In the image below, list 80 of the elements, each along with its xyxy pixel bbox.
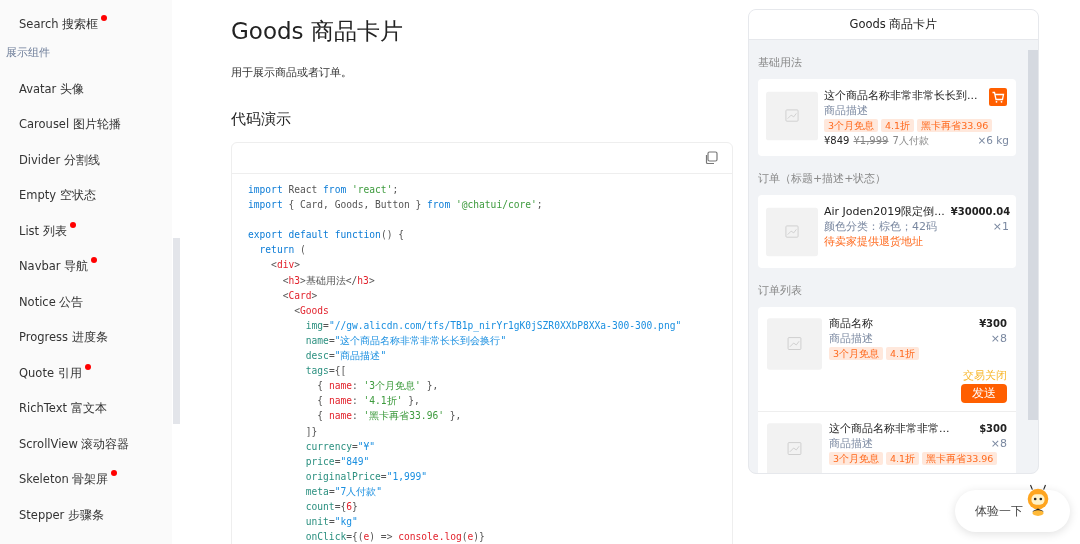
code-line: <Card>	[281, 288, 318, 303]
goods-tag: 4.1折	[881, 119, 915, 132]
goods-tag: 4.1折	[886, 347, 920, 360]
goods-description: 颜色分类：棕色；42码	[824, 219, 937, 234]
code-line: <div>	[270, 258, 300, 273]
sidebar-item[interactable]: Skeleton 骨架屏	[19, 471, 109, 487]
goods-tag: 4.1折	[886, 452, 920, 465]
sidebar-group-label: 展示组件	[5, 44, 51, 61]
code-line: { name: '黑卡再省33.96' },	[316, 409, 462, 424]
sidebar-item[interactable]: Avatar 头像	[19, 80, 84, 97]
order-status: 交易关闭	[962, 368, 1007, 383]
section-title: 代码演示	[231, 109, 292, 130]
goods-tag: 3个月免息	[829, 347, 884, 360]
code-line: import React from 'react';	[248, 183, 399, 197]
original-price: ¥1,999	[853, 134, 889, 148]
copy-icon[interactable]	[704, 151, 718, 165]
code-line: count={6}	[304, 499, 358, 514]
page-title: Goods 商品卡片	[231, 17, 404, 46]
sidebar-item[interactable]: Navbar 导航	[19, 258, 89, 274]
cart-icon[interactable]	[989, 88, 1007, 106]
goods-name: 这个商品名称非常非常...	[829, 421, 950, 436]
goods-tag: 黑卡再省33.96	[922, 452, 998, 465]
quantity: ×8	[990, 331, 1007, 346]
goods-tag: 3个月免息	[829, 452, 884, 465]
code-line: tags={[	[304, 364, 347, 379]
sidebar-item[interactable]: RichText 富文本	[19, 400, 107, 416]
code-line: onClick={(e) => console.log(e)}	[304, 530, 485, 544]
demo-title: Goods 商品卡片	[749, 10, 1038, 40]
goods-name: 商品名称	[829, 316, 873, 331]
order-card[interactable]: Air Joden2019限定倒... ¥30000.04 颜色分类：棕色；42码 ×1 待卖家提供退货地址	[758, 195, 1016, 268]
code-line: import { Card, Goods, Button } from '@chatui/core';	[248, 198, 543, 213]
quantity: ×8	[990, 436, 1007, 451]
goods-tag: 黑卡再省33.96	[917, 119, 993, 132]
goods-card[interactable]: 这个商品名称非常非常长长到... 商品描述 3个月免息 4.1折 黑卡再省33.96 ¥849 ¥1,999 7人付款 ×6 kg	[758, 79, 1016, 156]
code-line: <Goods	[293, 303, 329, 318]
sidebar-item[interactable]: Stepper 步骤条	[19, 506, 104, 523]
demo-section-label: 基础用法	[758, 55, 803, 71]
code-line: <h3>基础用法</h3>	[281, 273, 375, 288]
sidebar-item[interactable]: Progress 进度条	[19, 329, 108, 345]
code-line: originalPrice="1,999"	[304, 469, 428, 484]
sidebar-item[interactable]: Empty 空状态	[19, 187, 96, 203]
demo-section-label: 订单（标题+描述+状态）	[758, 171, 888, 187]
code-line: meta="7人付款"	[304, 484, 382, 499]
sidebar-item[interactable]: List 列表	[19, 222, 67, 239]
code-line: price="849"	[304, 454, 370, 469]
scrollbar[interactable]	[173, 238, 180, 424]
quantity: ×1	[992, 219, 1009, 234]
sidebar-item[interactable]: Search 搜索框	[19, 16, 99, 32]
try-it-button[interactable]: 体验一下	[955, 490, 1070, 532]
image-placeholder-icon	[767, 316, 822, 372]
page-description: 用于展示商品或者订单。	[231, 65, 353, 81]
code-line: name="这个商品名称非常非常长长到会换行"	[304, 333, 507, 348]
code-line: return (	[258, 243, 306, 258]
goods-description: 商品描述	[829, 436, 873, 451]
goods-name: Air Joden2019限定倒...	[824, 204, 945, 219]
goods-description: 商品描述	[824, 103, 869, 118]
sales-meta: 7人付款	[892, 134, 929, 148]
sidebar-item[interactable]: Quote 引用	[19, 364, 82, 381]
code-line: currency="¥"	[304, 439, 376, 454]
price: ¥849	[824, 134, 850, 148]
code-line: { name: '3个月免息' },	[316, 379, 439, 394]
price: ¥30000.04	[950, 205, 1011, 219]
sidebar-item[interactable]: Carousel 图片轮播	[19, 116, 121, 132]
code-line: ]}	[304, 424, 318, 439]
sidebar-item[interactable]: Divider 分割线	[19, 151, 100, 168]
order-status: 待卖家提供退货地址	[824, 234, 924, 249]
code-line: img="//gw.alicdn.com/tfs/TB1p_nirYr1gK0jSZR0XXbP8XXa-300-300.png"	[304, 318, 682, 333]
sidebar-item[interactable]: Notice 公告	[19, 293, 84, 310]
sidebar-item[interactable]: ScrollView 滚动容器	[19, 435, 130, 452]
quantity: ×6 kg	[977, 133, 1009, 148]
code-line: { name: '4.1折' },	[316, 394, 420, 409]
demo-section-label: 订单列表	[758, 283, 803, 299]
code-line: unit="kg"	[304, 515, 358, 530]
price: $300	[979, 422, 1007, 436]
goods-description: 商品描述	[829, 331, 873, 346]
price: ¥300	[979, 317, 1007, 331]
code-line: export default function() {	[248, 228, 404, 243]
goods-tag: 3个月免息	[824, 119, 879, 132]
scrollbar[interactable]	[1028, 50, 1038, 420]
code-line: desc="商品描述"	[304, 349, 387, 364]
